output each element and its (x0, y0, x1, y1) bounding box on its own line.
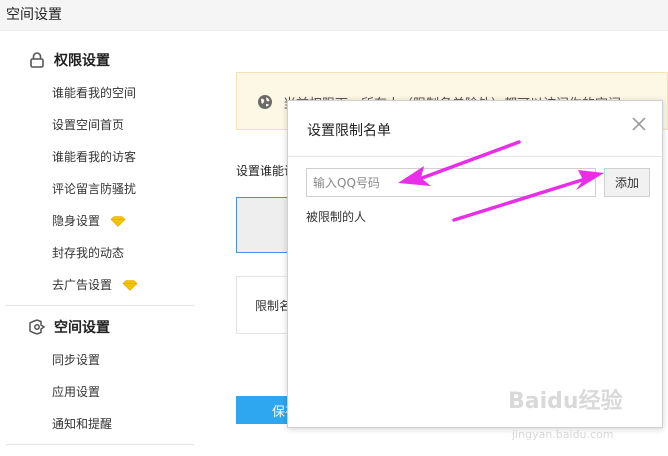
top-bar: 空间设置 (0, 0, 668, 31)
sidebar-item-label: 通知和提醒 (52, 417, 113, 431)
sidebar-item-anti-harassment[interactable]: 评论留言防骚扰 (52, 180, 136, 197)
sidebar-divider (6, 444, 194, 445)
sidebar-section-space-settings: 空间设置 (28, 317, 110, 337)
sidebar-item-set-homepage[interactable]: 设置空间首页 (52, 116, 124, 133)
sidebar-item-label: 谁能看我的空间 (52, 86, 137, 100)
sidebar-item-label: 评论留言防骚扰 (52, 182, 137, 196)
sidebar-item-remove-ads[interactable]: 去广告设置 (52, 276, 138, 293)
page-title: 空间设置 (6, 7, 62, 23)
sidebar-item-label: 去广告设置 (52, 278, 113, 292)
sidebar-item-sync-settings[interactable]: 同步设置 (52, 351, 100, 368)
baidu-watermark: Baidu经验 (508, 389, 623, 414)
baidu-watermark-url: jingyan.baidu.com (512, 428, 614, 441)
sidebar-item-label: 隐身设置 (52, 214, 101, 228)
sidebar-section-label: 空间设置 (54, 320, 110, 336)
globe-icon (257, 94, 273, 110)
sidebar-item-notifications[interactable]: 通知和提醒 (52, 415, 112, 432)
sidebar-section-label: 权限设置 (54, 53, 110, 69)
restricted-list-dialog: 设置限制名单 添加 被限制的人 (287, 100, 663, 428)
sidebar-item-app-settings[interactable]: 应用设置 (52, 383, 100, 400)
sidebar-item-label: 设置空间首页 (52, 118, 125, 132)
sidebar-section-permissions: 权限设置 (28, 50, 110, 70)
lock-icon (28, 51, 46, 69)
add-button[interactable]: 添加 (604, 168, 650, 197)
sidebar-item-archive-feeds[interactable]: 封存我的动态 (52, 244, 124, 261)
diamond-icon (122, 279, 138, 291)
sidebar-item-label: 应用设置 (52, 385, 101, 399)
qq-number-input[interactable] (306, 168, 596, 197)
sidebar-item-label: 同步设置 (52, 353, 101, 367)
sidebar-item-who-can-view-visitors[interactable]: 谁能看我的访客 (52, 148, 136, 165)
close-icon[interactable] (630, 115, 648, 133)
restricted-people-label: 被限制的人 (306, 210, 367, 224)
access-setting-label: 设置谁能访问 (236, 164, 288, 178)
settings-icon (28, 318, 46, 336)
sidebar-item-invisible-settings[interactable]: 隐身设置 (52, 212, 126, 229)
sidebar-item-label: 谁能看我的访客 (52, 150, 137, 164)
diamond-icon (110, 215, 126, 227)
sidebar-divider (6, 305, 194, 306)
dialog-header: 设置限制名单 (288, 101, 662, 157)
dialog-title: 设置限制名单 (307, 123, 391, 139)
sidebar-item-who-can-view-space[interactable]: 谁能看我的空间 (52, 84, 136, 101)
sidebar-item-label: 封存我的动态 (52, 246, 125, 260)
